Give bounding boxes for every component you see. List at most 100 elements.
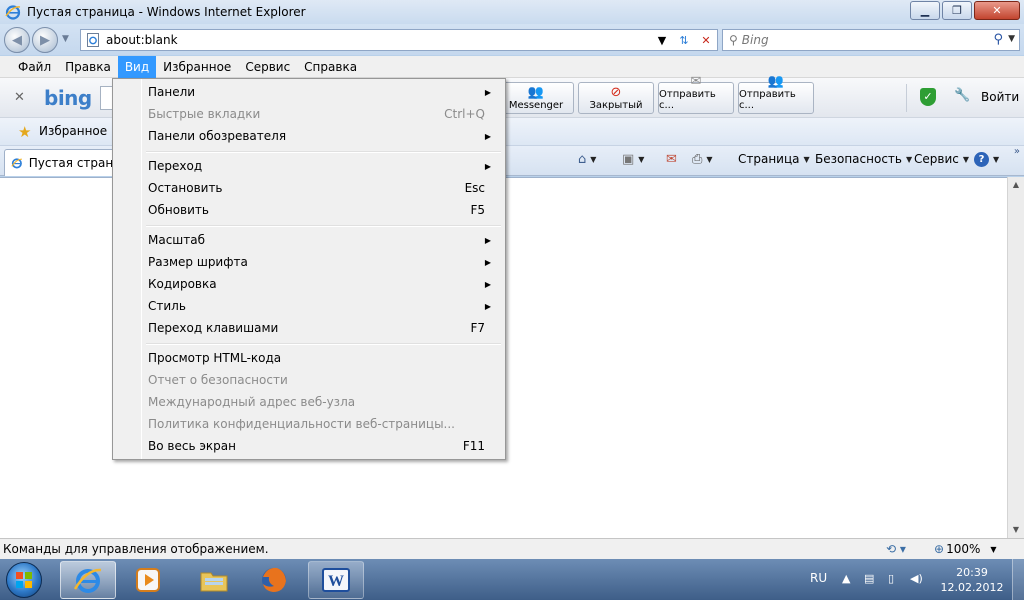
messenger-button[interactable]: 👥 Messenger xyxy=(498,82,574,114)
send-button-1[interactable]: ✉ Отправить с... xyxy=(658,74,734,114)
private-button[interactable]: ⊘ Закрытый xyxy=(578,82,654,114)
shield-icon[interactable]: ✓ xyxy=(920,88,936,106)
close-button[interactable]: ✕ xyxy=(974,1,1020,20)
menu-separator xyxy=(146,343,501,345)
compatibility-view-icon[interactable]: ⇅ xyxy=(673,34,695,47)
menu-edit[interactable]: Правка xyxy=(58,56,118,78)
menu-item-zoom[interactable]: Масштаб ▶ xyxy=(115,229,503,251)
help-icon: ? xyxy=(974,152,989,167)
clock-time: 20:39 xyxy=(956,566,988,579)
menu-item-view-source[interactable]: Просмотр HTML-кода xyxy=(115,347,503,369)
help-menu[interactable]: ? ▼ xyxy=(974,152,999,167)
menu-item-encoding[interactable]: Кодировка ▶ xyxy=(115,273,503,295)
menu-item-label: Панели обозревателя xyxy=(148,129,287,143)
home-button[interactable]: ⌂ ▼ xyxy=(578,152,596,167)
protected-mode-icon[interactable]: ⟲ ▾ xyxy=(886,542,906,556)
menu-item-label: Международный адрес веб-узла xyxy=(148,395,356,409)
menu-item-label: Быстрые вкладки xyxy=(148,107,261,121)
menu-item-label: Обновить xyxy=(148,203,209,217)
search-input[interactable]: Bing xyxy=(742,33,769,47)
messenger-icon: 👥 xyxy=(767,74,785,89)
forward-button[interactable]: ▶ xyxy=(32,27,58,53)
vertical-scrollbar[interactable]: ▲ ▼ xyxy=(1007,177,1024,538)
page-menu[interactable]: Страница ▼ xyxy=(738,152,810,166)
scroll-up-icon[interactable]: ▲ xyxy=(1008,177,1024,193)
menu-help[interactable]: Справка xyxy=(297,56,364,78)
menu-item-panels[interactable]: Панели ▶ xyxy=(115,81,503,103)
clock[interactable]: 20:39 12.02.2012 xyxy=(940,565,1004,595)
more-commands-icon[interactable]: » xyxy=(1014,146,1020,157)
language-indicator[interactable]: RU xyxy=(810,571,827,585)
scroll-down-icon[interactable]: ▼ xyxy=(1008,522,1024,538)
taskbar-file-explorer[interactable] xyxy=(186,561,242,599)
menu-item-explorer-bars[interactable]: Панели обозревателя ▶ xyxy=(115,125,503,147)
menu-view[interactable]: Вид xyxy=(117,55,157,78)
chevron-down-icon[interactable]: ▼ xyxy=(638,155,644,164)
taskbar-firefox[interactable] xyxy=(246,561,302,599)
menu-item-quick-tabs: Быстрые вкладки Ctrl+Q xyxy=(115,103,503,125)
mail-icon: ✉ xyxy=(666,152,677,167)
menu-item-label: Панели xyxy=(148,85,196,99)
taskbar-internet-explorer[interactable] xyxy=(60,561,116,599)
favorites-button[interactable]: Избранное xyxy=(39,124,107,138)
zoom-level: 100% xyxy=(946,542,981,556)
send-button-2[interactable]: 👥 Отправить с... xyxy=(738,74,814,114)
feeds-button[interactable]: ▣ ▼ xyxy=(622,152,644,167)
taskbar-word[interactable]: W xyxy=(308,561,364,599)
menu-separator xyxy=(146,151,501,153)
maximize-button[interactable]: ❐ xyxy=(942,1,972,20)
chevron-down-icon[interactable]: ▼ xyxy=(590,155,596,164)
search-box[interactable]: ⚲ Bing ⚲ ▼ xyxy=(722,29,1020,51)
zoom-control[interactable]: ⊕ 100% ▼ xyxy=(934,542,997,556)
windows-logo-icon xyxy=(16,572,32,588)
menu-item-stop[interactable]: Остановить Esc xyxy=(115,177,503,199)
menu-item-text-size[interactable]: Размер шрифта ▶ xyxy=(115,251,503,273)
print-button[interactable]: ⎙ ▼ xyxy=(692,152,713,167)
menu-item-caret-browsing[interactable]: Переход клавишами F7 xyxy=(115,317,503,339)
chevron-down-icon: ▼ xyxy=(803,154,810,164)
history-dropdown-icon[interactable]: ▼ xyxy=(62,34,69,44)
start-button[interactable] xyxy=(6,562,42,598)
search-dropdown-icon[interactable]: ▼ xyxy=(1008,34,1015,44)
submenu-arrow-icon: ▶ xyxy=(484,235,491,245)
menu-item-refresh[interactable]: Обновить F5 xyxy=(115,199,503,221)
menu-item-full-screen[interactable]: Во весь экран F11 xyxy=(115,435,503,457)
show-desktop-button[interactable] xyxy=(1012,559,1024,600)
chevron-down-icon: ▼ xyxy=(990,544,997,554)
show-hidden-icons-icon[interactable]: ▲ xyxy=(842,572,850,585)
network-error-icon[interactable]: ▤ xyxy=(864,572,874,585)
menu-tools[interactable]: Сервис xyxy=(238,56,297,78)
star-icon[interactable]: ★ xyxy=(18,123,31,141)
login-button[interactable]: Войти xyxy=(981,90,1019,104)
tools-menu[interactable]: Сервис ▼ xyxy=(914,152,969,166)
svg-text:W: W xyxy=(328,573,344,590)
submenu-arrow-icon: ▶ xyxy=(484,161,491,171)
close-toolbar-icon[interactable]: ✕ xyxy=(14,90,25,105)
read-mail-button[interactable]: ✉ xyxy=(666,152,677,167)
volume-icon[interactable]: ◀) xyxy=(910,572,923,585)
address-bar[interactable]: about:blank ▼ ⇅ ✕ xyxy=(80,29,718,51)
search-icon[interactable]: ⚲ xyxy=(993,32,1003,47)
menu-file[interactable]: Файл xyxy=(11,56,58,78)
menu-item-shortcut: Ctrl+Q xyxy=(444,107,485,121)
wrench-icon[interactable]: 🔧 xyxy=(954,88,970,103)
chevron-down-icon[interactable]: ▼ xyxy=(706,155,712,164)
no-entry-icon: ⊘ xyxy=(610,85,622,100)
minimize-button[interactable]: ▁ xyxy=(910,1,940,20)
clock-date: 12.02.2012 xyxy=(940,581,1004,594)
address-dropdown-icon[interactable]: ▼ xyxy=(651,34,673,47)
stop-icon[interactable]: ✕ xyxy=(695,34,717,47)
minimize-icon: ▁ xyxy=(920,4,930,17)
battery-icon[interactable]: ▯ xyxy=(888,572,894,585)
address-input[interactable]: about:blank xyxy=(106,33,178,47)
back-button[interactable]: ◀ xyxy=(4,27,30,53)
firefox-icon xyxy=(262,567,286,592)
menu-item-style[interactable]: Стиль ▶ xyxy=(115,295,503,317)
taskbar-media-player[interactable] xyxy=(120,561,176,599)
taskbar: W RU ▲ ▤ ▯ ◀) 20:39 12.02.2012 xyxy=(0,559,1024,600)
menu-item-go-to[interactable]: Переход ▶ xyxy=(115,155,503,177)
folder-icon xyxy=(200,572,228,592)
safety-menu[interactable]: Безопасность ▼ xyxy=(815,152,912,166)
tab-blank-page[interactable]: Пустая страница xyxy=(4,149,120,176)
menu-favorites[interactable]: Избранное xyxy=(156,56,238,78)
